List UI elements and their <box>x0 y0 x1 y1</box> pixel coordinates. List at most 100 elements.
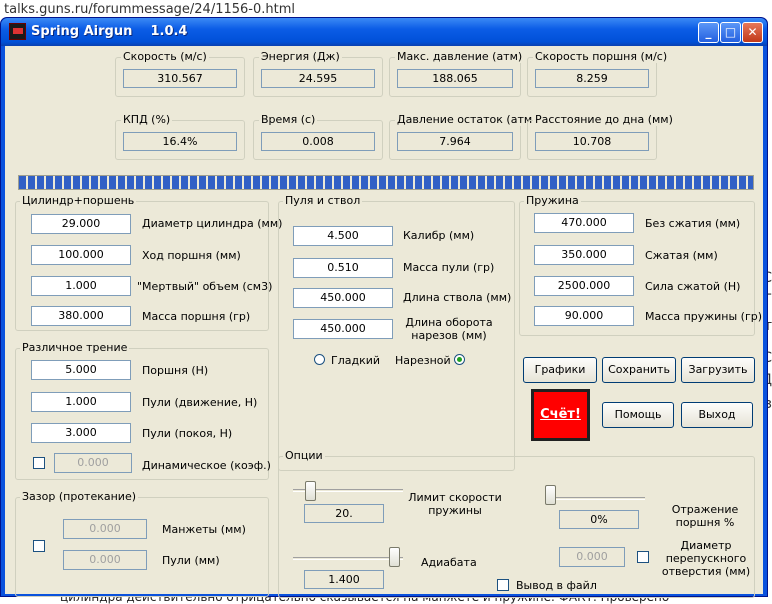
speed-limit-value: 20. <box>304 504 384 523</box>
minimize-button[interactable]: _ <box>698 22 719 43</box>
caliber-input[interactable]: 4.500 <box>293 226 393 246</box>
result-efficiency-value: 16.4% <box>123 132 237 151</box>
spring-mass-input[interactable]: 90.000 <box>534 306 634 326</box>
gap-title: Зазор (протекание) <box>20 490 139 503</box>
piston-friction-input[interactable]: 5.000 <box>31 360 131 380</box>
friction-group: Различное трение 5.000 Поршня (Н) 1.000 … <box>15 341 271 480</box>
piston-stroke-input[interactable]: 100.000 <box>31 245 131 265</box>
bullet-mass-label: Масса пули (гр) <box>403 261 495 274</box>
gap-group: Зазор (протекание) 0.000 Манжеты (мм) 0.… <box>15 490 269 597</box>
result-time-label: Время (с) <box>259 113 318 126</box>
rifled-radio[interactable] <box>454 354 465 365</box>
help-button[interactable]: Помощь <box>602 402 674 428</box>
save-button[interactable]: Сохранить <box>602 357 676 383</box>
speed-limit-slider-thumb[interactable] <box>304 481 316 501</box>
calculate-label: Счёт! <box>540 407 581 422</box>
output-file-label: Вывод в файл <box>516 579 597 592</box>
smooth-label: Гладкий <box>331 354 381 367</box>
spring-force-input[interactable]: 2500.000 <box>534 276 634 296</box>
result-time-value: 0.008 <box>261 132 375 151</box>
speed-limit-label: Лимит скорости пружины <box>408 491 502 517</box>
barrel-length-label: Длина ствола (мм) <box>403 291 512 304</box>
piston-stroke-label: Ход поршня (мм) <box>142 249 241 262</box>
rifled-label: Нарезной <box>395 354 451 367</box>
dead-volume-input[interactable]: 1.000 <box>31 276 131 296</box>
result-distance-value: 10.708 <box>535 132 649 151</box>
window-title: Spring Airgun 1.0.4 <box>31 24 188 39</box>
seal-gap-input[interactable]: 0.000 <box>63 519 147 539</box>
result-speed-label: Скорость (м/с) <box>121 50 209 63</box>
twist-length-label: Длина оборота нарезов (мм) <box>405 316 493 342</box>
app-window: Spring Airgun 1.0.4 _ □ ✕ Скорость (м/с)… <box>0 17 768 598</box>
bypass-diameter-input[interactable]: 0.000 <box>559 547 625 567</box>
result-residual-pressure-label: Давление остаток (атм) <box>395 113 539 126</box>
spring-force-label: Сила сжатой (Н) <box>645 280 741 293</box>
spring-title: Пружина <box>524 194 581 207</box>
spring-mass-label: Масса пружины (гр) <box>645 310 763 323</box>
dynamic-friction-checkbox[interactable] <box>33 457 45 469</box>
dynamic-friction-label: Динамическое (коэф.) <box>142 459 271 472</box>
adiabata-slider[interactable] <box>293 557 403 560</box>
reflection-label: Отражение поршня % <box>671 503 739 529</box>
cylinder-diameter-label: Диаметр цилиндра (мм) <box>142 217 283 230</box>
exit-button[interactable]: Выход <box>681 402 753 428</box>
spring-free-length-label: Без сжатия (мм) <box>645 217 741 230</box>
piston-friction-label: Поршня (Н) <box>142 364 209 377</box>
bullet-motion-friction-label: Пули (движение, Н) <box>142 396 258 409</box>
options-title: Опции <box>283 449 325 462</box>
adiabata-value: 1.400 <box>304 570 384 589</box>
cylinder-group: Цилиндр+поршень 29.000 Диаметр цилиндра … <box>15 194 282 331</box>
graphs-button[interactable]: Графики <box>523 357 597 383</box>
spring-group: Пружина 470.000 Без сжатия (мм) 350.000 … <box>519 194 762 336</box>
reflection-slider-thumb[interactable] <box>545 485 556 505</box>
bypass-checkbox[interactable] <box>637 551 649 563</box>
gap-checkbox[interactable] <box>33 540 45 552</box>
result-distance-group: Расстояние до дна (мм) 10.708 <box>527 113 675 160</box>
options-group: Опции 20. Лимит скорости пружины 1.400 А… <box>278 449 755 598</box>
bypass-label: Диаметр перепускного отверстия (мм) <box>661 539 751 578</box>
adiabata-label: Адиабата <box>421 556 477 569</box>
close-button[interactable]: ✕ <box>742 22 763 43</box>
result-energy-group: Энергия (Дж) 24.595 <box>253 50 383 97</box>
bullet-gap-label: Пули (мм) <box>162 554 220 567</box>
bullet-motion-friction-input[interactable]: 1.000 <box>31 392 131 412</box>
piston-mass-label: Масса поршня (гр) <box>142 310 251 323</box>
result-piston-speed-label: Скорость поршня (м/с) <box>533 50 670 63</box>
bullet-mass-input[interactable]: 0.510 <box>293 258 393 278</box>
reflection-slider[interactable] <box>545 497 645 500</box>
result-residual-pressure-group: Давление остаток (атм) 7.964 <box>389 113 539 160</box>
friction-title: Различное трение <box>20 341 130 354</box>
piston-mass-input[interactable]: 380.000 <box>31 306 131 326</box>
progress-fill <box>19 176 753 189</box>
spring-compressed-input[interactable]: 350.000 <box>534 245 634 265</box>
caliber-label: Калибр (мм) <box>403 229 475 242</box>
load-button[interactable]: Загрузить <box>681 357 755 383</box>
result-max-pressure-value: 188.065 <box>397 69 513 88</box>
bullet-title: Пуля и ствол <box>283 194 363 207</box>
result-max-pressure-group: Макс. давление (атм) 188.065 <box>389 50 525 97</box>
result-piston-speed-value: 8.259 <box>535 69 649 88</box>
result-residual-pressure-value: 7.964 <box>397 132 513 151</box>
cylinder-title: Цилиндр+поршень <box>20 194 137 207</box>
adiabata-slider-thumb[interactable] <box>389 547 401 567</box>
bullet-gap-input[interactable]: 0.000 <box>63 550 147 570</box>
cylinder-diameter-input[interactable]: 29.000 <box>31 214 131 234</box>
result-energy-value: 24.595 <box>261 69 375 88</box>
calculate-button[interactable]: Счёт! <box>531 389 590 441</box>
twist-length-input[interactable]: 450.000 <box>293 319 393 339</box>
smooth-radio[interactable] <box>314 354 325 365</box>
title-bar[interactable]: Spring Airgun 1.0.4 _ □ ✕ <box>1 18 767 46</box>
barrel-length-input[interactable]: 450.000 <box>293 288 393 308</box>
seal-gap-label: Манжеты (мм) <box>162 523 246 536</box>
maximize-button[interactable]: □ <box>720 22 741 43</box>
result-speed-value: 310.567 <box>123 69 237 88</box>
app-icon <box>9 23 26 40</box>
dynamic-friction-input[interactable]: 0.000 <box>54 453 132 473</box>
dead-volume-label: "Мертвый" объем (см3) <box>137 280 273 293</box>
result-efficiency-label: КПД (%) <box>121 113 173 126</box>
spring-compressed-label: Сжатая (мм) <box>645 249 718 262</box>
bullet-rest-friction-input[interactable]: 3.000 <box>31 423 131 443</box>
output-file-checkbox[interactable] <box>497 579 509 591</box>
spring-free-length-input[interactable]: 470.000 <box>534 213 634 233</box>
progress-bar <box>18 175 754 190</box>
